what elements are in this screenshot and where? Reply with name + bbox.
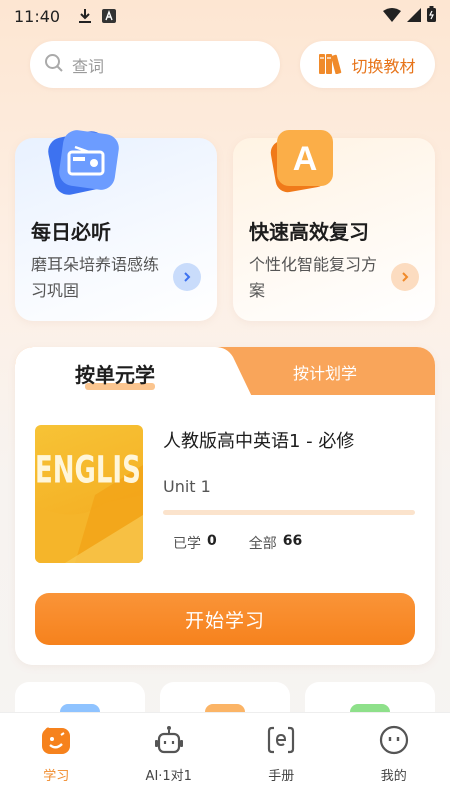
learned-label: 已学 [173,536,201,552]
robot-icon [152,723,186,757]
daily-listening-desc: 磨耳朵培养语感练习巩固 [31,255,160,300]
tab-by-unit[interactable]: 按单元学 [75,359,155,388]
status-time: 11:40 [14,6,61,26]
switch-textbook-label: 切换教材 [351,56,416,76]
search-input[interactable]: 查词 [30,41,280,88]
quick-review-desc: 个性化智能复习方案 [249,255,378,300]
handbook-icon [264,723,298,757]
study-icon [39,723,73,757]
nav-profile-label: 我的 [380,769,407,784]
nav-ai-tutor[interactable]: AI·1对1 [113,713,226,801]
book-cover-text: ENGLISH [35,449,143,493]
letter-a-glyph: A [293,140,318,178]
quick-review-title: 快速高效复习 [249,220,369,244]
nav-handbook[interactable]: 手册 [225,713,338,801]
search-placeholder: 查词 [72,56,105,76]
daily-listening-title: 每日必听 [31,220,111,244]
profile-icon [377,723,411,757]
study-stats: 已学 0 全部 66 [173,533,328,553]
start-study-button[interactable]: 开始学习 [35,593,415,645]
study-panel: 按单元学 按计划学 ENGLISH 人教版高中英语1 - 必修 Unit 1 已… [15,347,435,665]
book-unit: Unit 1 [163,477,211,496]
tab-by-plan[interactable]: 按计划学 [293,360,357,384]
nav-study-label: 学习 [43,769,70,784]
nav-ai-tutor-label: AI·1对1 [145,769,192,784]
search-icon [44,53,64,77]
status-bar: 11:40 [0,0,450,32]
bottom-nav: 学习 AI·1对1 手册 我的 [0,712,450,801]
daily-listening-card[interactable]: 每日必听 磨耳朵培养语感练习巩固 [15,130,217,321]
total-count: 66 [282,533,303,549]
download-icon [78,8,92,24]
switch-textbook-button[interactable]: 切换教材 [300,41,435,88]
radio-icon [39,124,119,204]
quick-review-card[interactable]: A 快速高效复习 个性化智能复习方案 [233,130,435,321]
progress-bar [163,510,415,515]
book-cover[interactable]: ENGLISH [35,425,143,563]
keyboard-a-icon [102,9,117,23]
nav-profile[interactable]: 我的 [338,713,450,801]
nav-handbook-label: 手册 [268,769,295,784]
nav-study[interactable]: 学习 [0,713,113,801]
letter-a-icon: A [257,124,337,204]
battery-icon [427,6,436,26]
chevron-right-icon[interactable] [173,263,201,291]
learned-count: 0 [207,533,217,549]
wifi-icon [383,7,401,26]
chevron-right-icon[interactable] [391,263,419,291]
signal-icon [407,7,421,26]
total-label: 全部 [248,536,277,552]
books-icon [319,52,345,78]
book-name: 人教版高中英语1 - 必修 [163,431,355,452]
